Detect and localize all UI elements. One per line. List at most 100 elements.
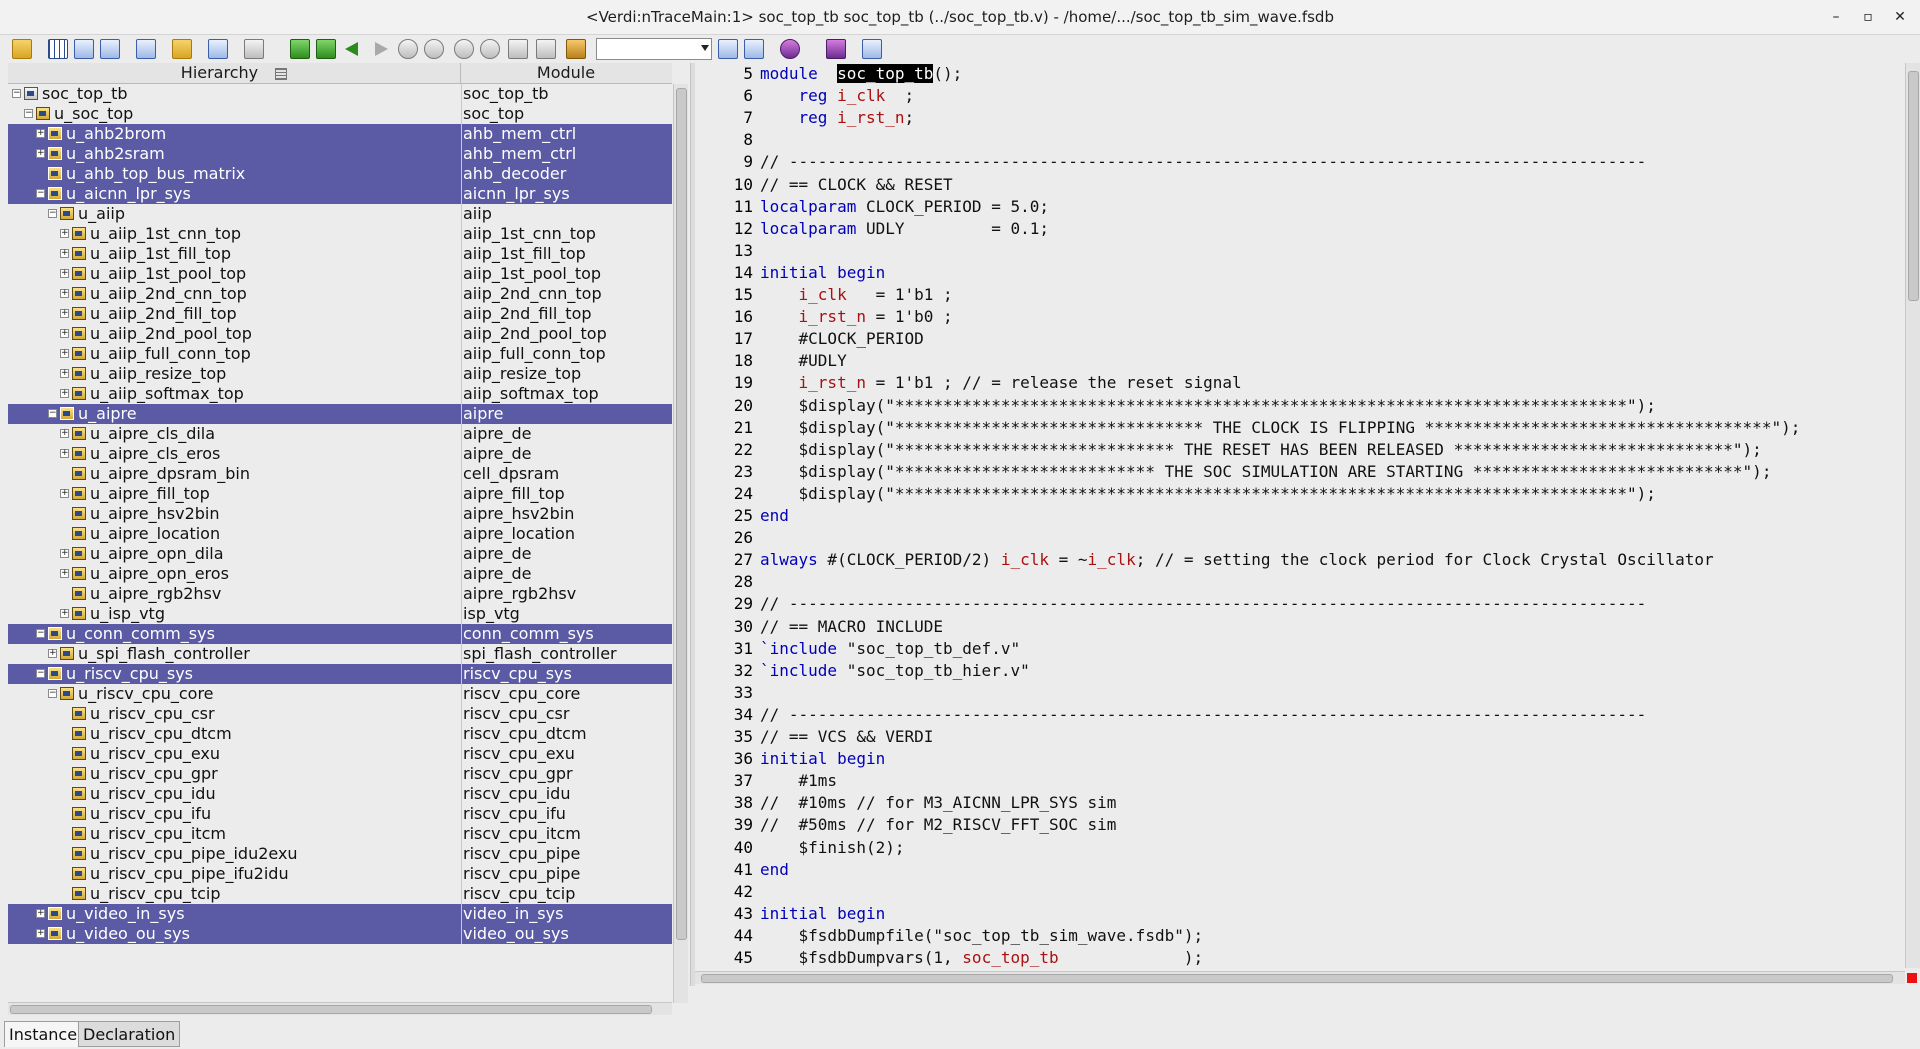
trace-icon[interactable] bbox=[508, 39, 528, 59]
tab-declaration[interactable]: Declaration bbox=[78, 1021, 181, 1047]
tree-row[interactable]: u_aipre_dpsram_bin cell_dpsram bbox=[8, 464, 672, 484]
find-driver-icon[interactable] bbox=[398, 39, 418, 59]
expand-icon[interactable]: + bbox=[60, 489, 69, 498]
tree-row[interactable]: + u_aipre_fill_top aipre_fill_top bbox=[8, 484, 672, 504]
expand-icon[interactable]: + bbox=[60, 389, 69, 398]
tree-row[interactable]: u_riscv_cpu_csr riscv_cpu_csr bbox=[8, 704, 672, 724]
memory-icon[interactable] bbox=[566, 39, 586, 59]
verdi-icon[interactable] bbox=[780, 39, 800, 59]
source-line[interactable]: 38 // #10ms // for M3_AICNN_LPR_SYS sim bbox=[695, 792, 1905, 814]
column-menu-icon[interactable] bbox=[275, 67, 288, 80]
source-line[interactable]: 27 always #(CLOCK_PERIOD/2) i_clk = ~i_cl… bbox=[695, 549, 1905, 571]
back-arrow-icon[interactable] bbox=[342, 39, 362, 59]
tree-row[interactable]: u_aipre_hsv2bin aipre_hsv2bin bbox=[8, 504, 672, 524]
tree-row[interactable]: u_riscv_cpu_gpr riscv_cpu_gpr bbox=[8, 764, 672, 784]
expand-icon[interactable]: + bbox=[60, 349, 69, 358]
expand-icon[interactable]: + bbox=[60, 269, 69, 278]
signal-token[interactable]: i_rst_n bbox=[837, 108, 904, 127]
zoom-fit-icon[interactable] bbox=[718, 39, 738, 59]
tree-row[interactable]: + u_aiip_1st_fill_top aiip_1st_fill_top bbox=[8, 244, 672, 264]
source-line[interactable]: 45 $fsdbDumpvars(1, soc_top_tb ); bbox=[695, 947, 1905, 968]
expand-icon[interactable]: + bbox=[36, 149, 45, 158]
open-folder-icon[interactable] bbox=[12, 39, 32, 59]
tree-row[interactable]: + u_spi_flash_controller spi_flash_control… bbox=[8, 644, 672, 664]
signal-token[interactable]: i_rst_n bbox=[799, 307, 866, 326]
source-line[interactable]: 37 #1ms bbox=[695, 770, 1905, 792]
tree-row[interactable]: u_riscv_cpu_pipe_idu2exu riscv_cpu_pipe bbox=[8, 844, 672, 864]
hierarchy-tree[interactable]: − soc_top_tb soc_top_tb − u_soc_top soc_top + u… bbox=[8, 84, 672, 1003]
tree-row[interactable]: + u_isp_vtg isp_vtg bbox=[8, 604, 672, 624]
find-start-icon[interactable] bbox=[290, 39, 310, 59]
zoom-icon[interactable] bbox=[744, 39, 764, 59]
tree-row[interactable]: − u_riscv_cpu_sys riscv_cpu_sys bbox=[8, 664, 672, 684]
sheet-icon[interactable] bbox=[244, 39, 264, 59]
source-line[interactable]: 31 `include "soc_top_tb_def.v" bbox=[695, 638, 1905, 660]
edit-icon[interactable] bbox=[208, 39, 228, 59]
expand-icon[interactable]: + bbox=[48, 649, 57, 658]
schematic-icon[interactable] bbox=[74, 39, 94, 59]
hierarchy-tree-icon[interactable] bbox=[100, 39, 120, 59]
collapse-icon[interactable]: − bbox=[48, 689, 57, 698]
tree-row[interactable]: + u_aiip_1st_cnn_top aiip_1st_cnn_top bbox=[8, 224, 672, 244]
settings-icon[interactable] bbox=[862, 39, 882, 59]
tree-row[interactable]: + u_aiip_1st_pool_top aiip_1st_pool_top bbox=[8, 264, 672, 284]
tab-instance[interactable]: Instance bbox=[4, 1021, 83, 1047]
source-line[interactable]: 33 bbox=[695, 682, 1905, 704]
tree-row[interactable]: + u_ahb2brom ahb_mem_ctrl bbox=[8, 124, 672, 144]
tree-row[interactable]: u_riscv_cpu_exu riscv_cpu_exu bbox=[8, 744, 672, 764]
expand-icon[interactable]: + bbox=[60, 549, 69, 558]
expand-icon[interactable]: + bbox=[60, 229, 69, 238]
tree-row[interactable]: + u_aiip_full_conn_top aiip_full_conn_top bbox=[8, 344, 672, 364]
source-line[interactable]: 17 #CLOCK_PERIOD bbox=[695, 328, 1905, 350]
tree-row[interactable]: − u_conn_comm_sys conn_comm_sys bbox=[8, 624, 672, 644]
tree-row[interactable]: − u_aipre aipre bbox=[8, 404, 672, 424]
tree-row[interactable]: − soc_top_tb soc_top_tb bbox=[8, 84, 672, 104]
expand-icon[interactable]: + bbox=[60, 249, 69, 258]
scroll-thumb[interactable] bbox=[10, 1005, 652, 1014]
source-line[interactable]: 10 // == CLOCK && RESET bbox=[695, 174, 1905, 196]
collapse-icon[interactable]: − bbox=[36, 189, 45, 198]
tree-row[interactable]: + u_aipre_opn_eros aipre_de bbox=[8, 564, 672, 584]
source-line[interactable]: 23 $display("***************************… bbox=[695, 461, 1905, 483]
source-line[interactable]: 24 $display("***************************… bbox=[695, 483, 1905, 505]
source-line[interactable]: 21 $display("***************************… bbox=[695, 417, 1905, 439]
tree-row[interactable]: u_aipre_rgb2hsv aipre_rgb2hsv bbox=[8, 584, 672, 604]
down-arrow-icon[interactable] bbox=[480, 39, 500, 59]
tree-row[interactable]: + u_aiip_2nd_pool_top aiip_2nd_pool_top bbox=[8, 324, 672, 344]
tree-row[interactable]: + u_aipre_cls_dila aipre_de bbox=[8, 424, 672, 444]
tree-row[interactable]: + u_video_ou_sys video_ou_sys bbox=[8, 924, 672, 944]
source-line[interactable]: 30 // == MACRO INCLUDE bbox=[695, 616, 1905, 638]
expand-icon[interactable]: + bbox=[60, 289, 69, 298]
source-line[interactable]: 40 $finish(2); bbox=[695, 837, 1905, 859]
find-end-icon[interactable] bbox=[316, 39, 336, 59]
hierarchy-column-header[interactable]: Hierarchy bbox=[8, 63, 461, 83]
source-line[interactable]: 32 `include "soc_top_tb_hier.v" bbox=[695, 660, 1905, 682]
source-line[interactable]: 7 reg i_rst_n; bbox=[695, 107, 1905, 129]
up-arrow-icon[interactable] bbox=[454, 39, 474, 59]
source-line[interactable]: 22 $display("***************************… bbox=[695, 439, 1905, 461]
module-column-header[interactable]: Module bbox=[461, 63, 671, 83]
source-line[interactable]: 14 initial begin bbox=[695, 262, 1905, 284]
folder-icon[interactable] bbox=[172, 39, 192, 59]
collapse-icon[interactable]: − bbox=[36, 629, 45, 638]
source-line[interactable]: 5 module soc_top_tb(); bbox=[695, 63, 1905, 85]
tree-row[interactable]: − u_riscv_cpu_core riscv_cpu_core bbox=[8, 684, 672, 704]
tree-row[interactable]: + u_aipre_cls_eros aipre_de bbox=[8, 444, 672, 464]
expand-icon[interactable]: + bbox=[36, 929, 45, 938]
hierarchy-vertical-scrollbar[interactable] bbox=[673, 84, 688, 1003]
source-line[interactable]: 9 // ------------------------------------… bbox=[695, 151, 1905, 173]
scroll-thumb[interactable] bbox=[1908, 71, 1919, 301]
show-scope-icon[interactable] bbox=[536, 39, 556, 59]
forward-arrow-icon[interactable] bbox=[372, 39, 392, 59]
expand-icon[interactable]: + bbox=[60, 369, 69, 378]
tree-row[interactable]: − u_aiip aiip bbox=[8, 204, 672, 224]
scroll-thumb[interactable] bbox=[676, 88, 687, 940]
collapse-icon[interactable]: − bbox=[24, 109, 33, 118]
signal-token[interactable]: i_clk bbox=[1088, 550, 1136, 569]
source-line[interactable]: 35 // == VCS && VERDI bbox=[695, 726, 1905, 748]
expand-icon[interactable]: + bbox=[60, 329, 69, 338]
tree-row[interactable]: u_ahb_top_bus_matrix ahb_decoder bbox=[8, 164, 672, 184]
tree-row[interactable]: + u_aiip_softmax_top aiip_softmax_top bbox=[8, 384, 672, 404]
tree-row[interactable]: − u_aicnn_lpr_sys aicnn_lpr_sys bbox=[8, 184, 672, 204]
source-line[interactable]: 19 i_rst_n = 1'b1 ; // = release the res… bbox=[695, 372, 1905, 394]
